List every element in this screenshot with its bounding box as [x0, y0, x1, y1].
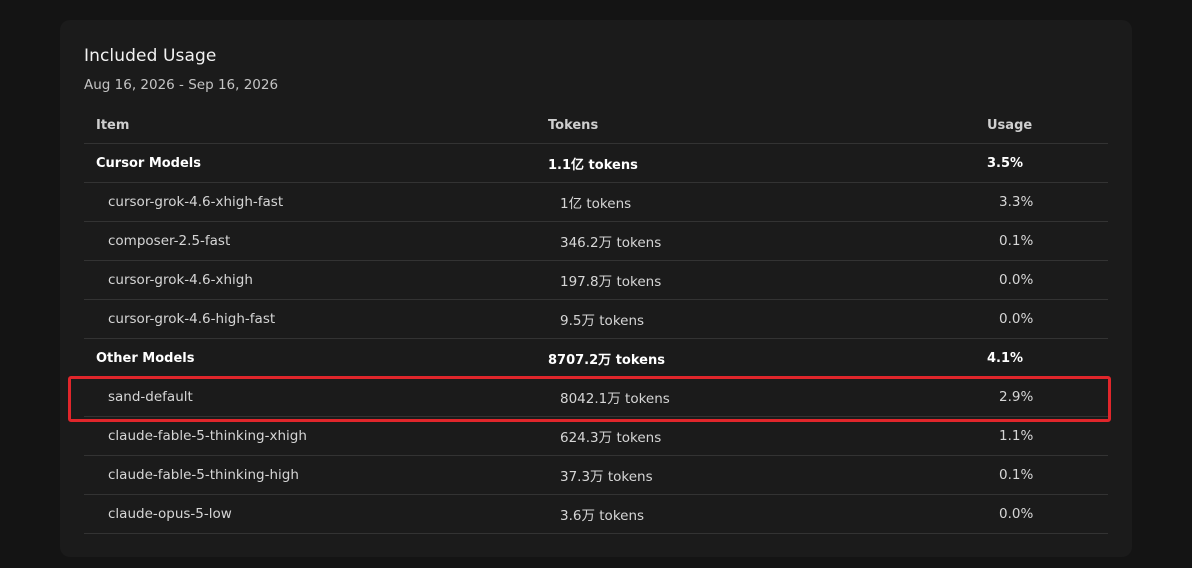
model-usage: 0.0% — [999, 311, 1034, 327]
group-tokens: 8707.2万 tokens — [548, 352, 665, 368]
model-usage: 0.0% — [999, 506, 1034, 522]
group-usage: 4.1% — [987, 350, 1024, 366]
table-header-row: Item Tokens Usage — [84, 108, 1108, 144]
column-header-tokens: Tokens — [548, 118, 599, 133]
model-name: cursor-grok-4.6-xhigh — [108, 272, 253, 288]
table-row: composer-2.5-fast 346.2万 tokens 0.1% — [84, 222, 1108, 261]
model-tokens: 346.2万 tokens — [560, 235, 662, 251]
model-usage: 3.3% — [999, 194, 1034, 210]
model-tokens: 197.8万 tokens — [560, 274, 662, 290]
model-usage: 0.1% — [999, 467, 1034, 483]
model-tokens: 624.3万 tokens — [560, 430, 662, 446]
table-row: claude-fable-5-thinking-xhigh 624.3万 tok… — [84, 417, 1108, 456]
model-tokens: 37.3万 tokens — [560, 469, 653, 485]
date-range: Aug 16, 2026 - Sep 16, 2026 — [84, 77, 279, 93]
table-row: claude-opus-5-low 3.6万 tokens 0.0% — [84, 495, 1108, 534]
model-name: sand-default — [108, 389, 193, 405]
column-header-item: Item — [96, 118, 130, 133]
group-row-cursor-models: Cursor Models 1.1亿 tokens 3.5% — [84, 144, 1108, 183]
model-tokens: 9.5万 tokens — [560, 313, 645, 329]
table-row: claude-fable-5-thinking-high 37.3万 token… — [84, 456, 1108, 495]
model-tokens: 3.6万 tokens — [560, 508, 645, 524]
model-name: claude-opus-5-low — [108, 506, 232, 522]
model-name: cursor-grok-4.6-xhigh-fast — [108, 194, 284, 210]
table-row: cursor-grok-4.6-xhigh-fast 1亿 tokens 3.3… — [84, 183, 1108, 222]
included-usage-card: Included Usage Aug 16, 2026 - Sep 16, 20… — [60, 20, 1132, 557]
table-row: cursor-grok-4.6-xhigh 197.8万 tokens 0.0% — [84, 261, 1108, 300]
model-name: cursor-grok-4.6-high-fast — [108, 311, 276, 327]
card-title: Included Usage — [84, 46, 217, 66]
group-usage: 3.5% — [987, 155, 1024, 171]
model-usage: 0.1% — [999, 233, 1034, 249]
group-name: Other Models — [96, 350, 195, 366]
group-name: Cursor Models — [96, 155, 201, 171]
model-tokens: 1亿 tokens — [560, 196, 632, 212]
model-usage: 1.1% — [999, 428, 1034, 444]
model-usage: 0.0% — [999, 272, 1034, 288]
column-header-usage: Usage — [987, 118, 1033, 133]
usage-table: Item Tokens Usage Cursor Models 1.1亿 tok… — [84, 108, 1108, 534]
table-row: cursor-grok-4.6-high-fast 9.5万 tokens 0.… — [84, 300, 1108, 339]
model-tokens: 8042.1万 tokens — [560, 391, 670, 407]
model-name: claude-fable-5-thinking-high — [108, 467, 299, 483]
table-row: sand-default 8042.1万 tokens 2.9% — [84, 378, 1108, 417]
group-tokens: 1.1亿 tokens — [548, 157, 638, 173]
model-name: claude-fable-5-thinking-xhigh — [108, 428, 307, 444]
group-row-other-models: Other Models 8707.2万 tokens 4.1% — [84, 339, 1108, 378]
model-name: composer-2.5-fast — [108, 233, 231, 249]
model-usage: 2.9% — [999, 389, 1034, 405]
